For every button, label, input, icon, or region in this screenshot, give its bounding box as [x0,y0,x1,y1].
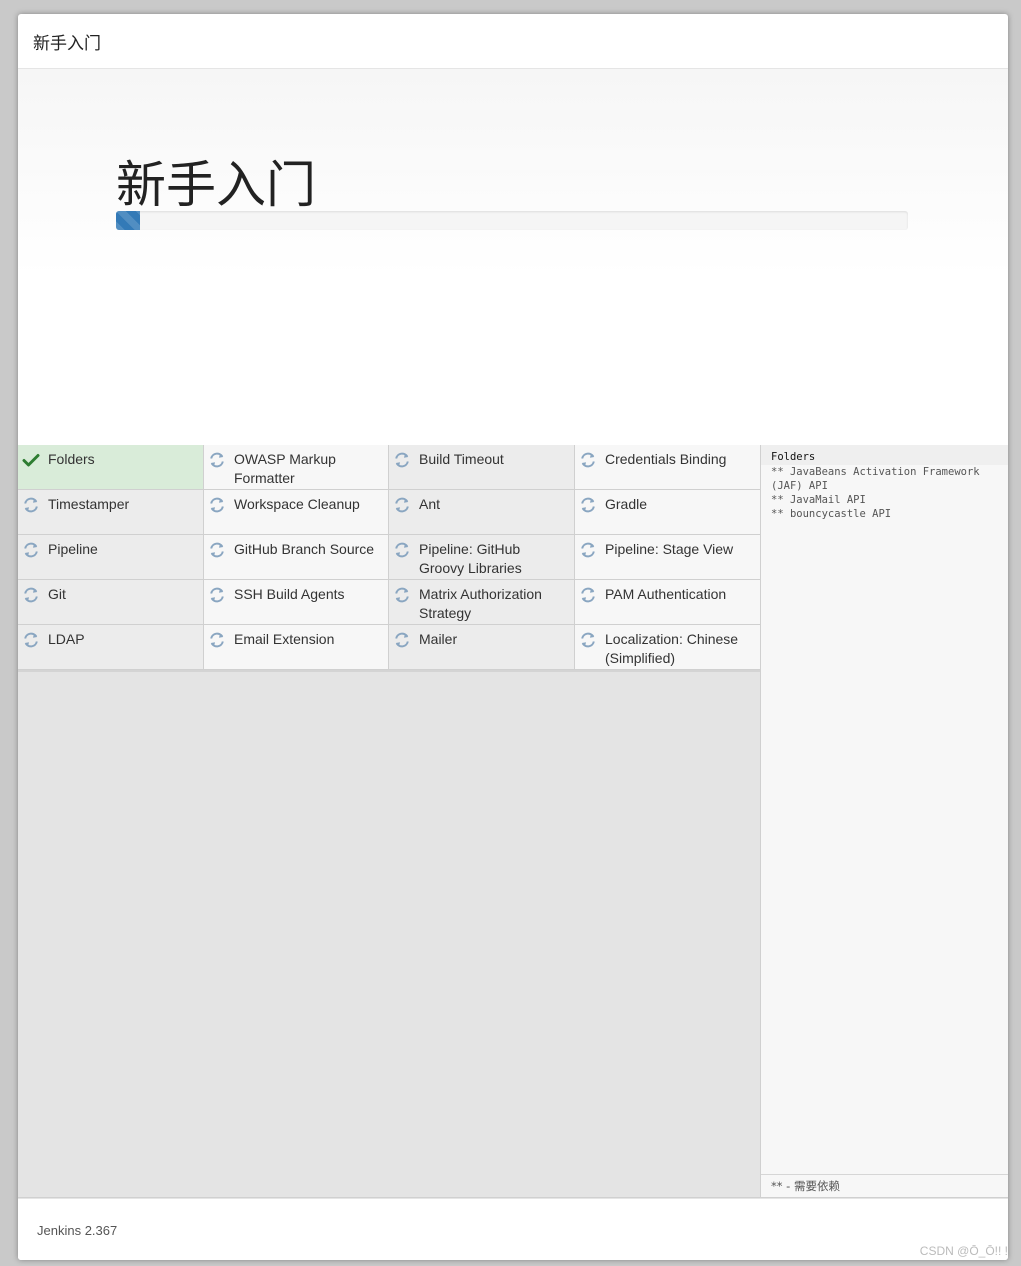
plugin-name: PAM Authentication [605,586,727,602]
plugin-item: Pipeline: GitHub Groovy Libraries [389,535,575,580]
plugin-name: Workspace Cleanup [234,496,360,512]
plugin-name: Ant [419,496,441,512]
refresh-icon [579,631,597,649]
plugin-name: Folders [48,451,95,467]
refresh-icon [579,451,597,469]
plugin-item: Pipeline [18,535,204,580]
plugin-item: Workspace Cleanup [204,490,389,535]
refresh-icon [208,541,226,559]
refresh-icon [393,496,411,514]
plugin-item: Git [18,580,204,625]
jenkins-version: Jenkins 2.367 [37,1223,118,1238]
log-lines: ** JavaBeans Activation Framework (JAF) … [761,465,1008,521]
plugin-name: Build Timeout [419,451,504,467]
log-current-plugin: Folders [761,445,1008,465]
plugin-name: Pipeline: Stage View [605,541,734,557]
refresh-icon [22,541,40,559]
plugin-name: Matrix Authorization Strategy [419,586,542,621]
plugin-item: Timestamper [18,490,204,535]
plugin-name: OWASP Markup Formatter [234,451,336,486]
plugin-name: Timestamper [48,496,130,512]
refresh-icon [579,496,597,514]
plugin-name: Git [48,586,66,602]
plugin-name: Credentials Binding [605,451,727,467]
setup-wizard-dialog: 新手入门 新手入门 Folders OWASP Markup Formatter B… [18,14,1008,1260]
install-log-panel[interactable]: Folders ** JavaBeans Activation Framewor… [761,445,1008,1197]
check-icon [22,451,40,469]
plugin-name: SSH Build Agents [234,586,345,602]
refresh-icon [579,541,597,559]
refresh-icon [208,586,226,604]
refresh-icon [393,586,411,604]
hero-panel: 新手入门 [18,69,1008,446]
plugin-item: Folders [18,445,204,490]
plugin-name: Localization: Chinese (Simplified) [605,631,739,666]
plugin-grid-container: Folders OWASP Markup Formatter Build Timeo… [18,445,761,1197]
log-line: ** JavaBeans Activation Framework (JAF) … [771,466,986,492]
plugin-item: PAM Authentication [575,580,761,625]
plugin-grid: Folders OWASP Markup Formatter Build Timeo… [18,445,761,672]
plugin-name: Pipeline: GitHub Groovy Libraries [419,541,522,576]
log-line: ** JavaMail API [771,494,866,506]
plugin-item: Build Timeout [389,445,575,490]
refresh-icon [208,496,226,514]
plugin-item: LDAP [18,625,204,670]
plugin-item: Localization: Chinese (Simplified) [575,625,761,670]
dialog-title: 新手入门 [33,33,101,53]
refresh-icon [208,451,226,469]
dialog-footer: Jenkins 2.367 [18,1198,1008,1260]
plugin-item: Matrix Authorization Strategy [389,580,575,625]
plugin-name: Pipeline [48,541,98,557]
refresh-icon [393,451,411,469]
refresh-icon [208,631,226,649]
plugin-item: Credentials Binding [575,445,761,490]
plugin-name: Gradle [605,496,648,512]
page-title: 新手入门 [116,156,316,214]
plugin-name: Email Extension [234,631,335,647]
refresh-icon [579,586,597,604]
plugin-item: OWASP Markup Formatter [204,445,389,490]
refresh-icon [22,586,40,604]
plugin-item: Mailer [389,625,575,670]
refresh-icon [22,496,40,514]
refresh-icon [22,631,40,649]
plugin-name: LDAP [48,631,85,647]
plugin-item: GitHub Branch Source [204,535,389,580]
plugin-name: GitHub Branch Source [234,541,375,557]
dialog-header: 新手入门 [18,14,1008,69]
plugin-name: Mailer [419,631,458,647]
refresh-icon [393,541,411,559]
plugin-item: Email Extension [204,625,389,670]
plugin-install-area: Folders OWASP Markup Formatter Build Timeo… [18,445,1008,1198]
plugin-item: Gradle [575,490,761,535]
watermark: CSDN @Ō_Ō!! ! [919,1244,1008,1258]
install-progress-bar [116,211,908,230]
plugin-item: SSH Build Agents [204,580,389,625]
progress-fill [116,211,140,230]
refresh-icon [393,631,411,649]
log-line: ** bouncycastle API [771,508,892,520]
plugin-item: Pipeline: Stage View [575,535,761,580]
plugin-item: Ant [389,490,575,535]
log-footnote: ** - 需要依赖 [761,1174,1008,1197]
